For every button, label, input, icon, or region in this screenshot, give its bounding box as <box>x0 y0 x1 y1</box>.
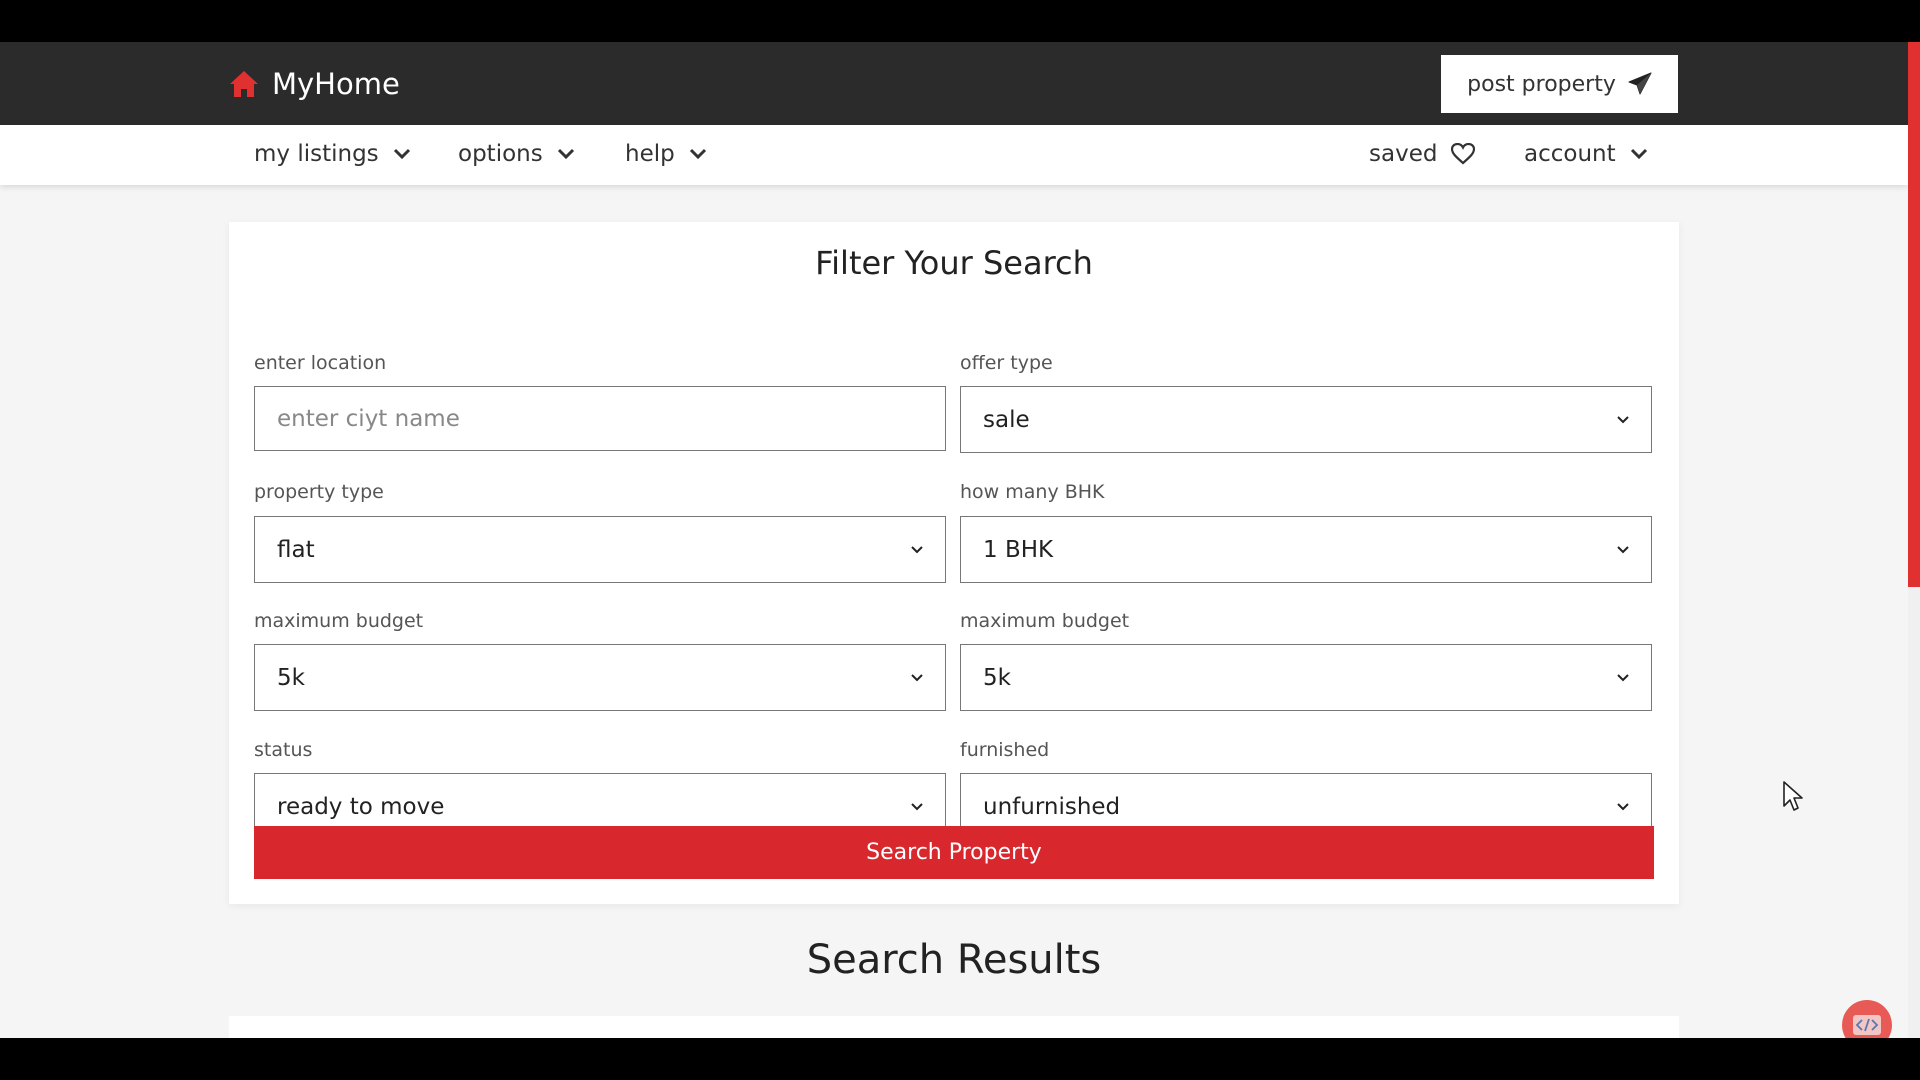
brand-name: MyHome <box>272 67 400 101</box>
chevron-down-icon <box>689 148 706 160</box>
min-budget-value: 5k <box>277 664 305 691</box>
nav-options[interactable]: options <box>458 141 575 167</box>
location-label: enter location <box>254 352 387 374</box>
house-icon <box>230 71 258 97</box>
chevron-down-icon <box>393 148 410 160</box>
max-budget-value: 5k <box>983 664 1011 691</box>
search-results-title: Search Results <box>806 937 1102 983</box>
code-view-button[interactable] <box>1842 1000 1892 1038</box>
nav-saved-label: saved <box>1369 141 1438 167</box>
post-property-label: post property <box>1467 71 1616 97</box>
mouse-cursor-icon <box>1783 781 1803 811</box>
nav-options-label: options <box>458 141 543 167</box>
scrollbar-thumb[interactable] <box>1908 42 1920 587</box>
bhk-value: 1 BHK <box>983 536 1054 563</box>
min-budget-select[interactable]: 5k <box>254 644 946 711</box>
filter-search-card: Filter Your Search enter location enter … <box>229 222 1679 904</box>
chevron-down-icon <box>1617 673 1629 681</box>
brand-logo-link[interactable]: MyHome <box>228 67 400 101</box>
post-property-button[interactable]: post property <box>1441 55 1678 113</box>
max-budget-select[interactable]: 5k <box>960 644 1652 711</box>
property-type-value: flat <box>277 536 315 563</box>
paper-plane-icon <box>1628 72 1652 95</box>
code-icon <box>1853 1015 1881 1035</box>
nav-saved[interactable]: saved <box>1369 141 1476 167</box>
nav-help-label: help <box>625 141 675 167</box>
property-type-label: property type <box>254 481 384 503</box>
results-card <box>229 1016 1679 1038</box>
chevron-down-icon <box>1617 545 1629 553</box>
min-budget-label: maximum budget <box>254 610 424 632</box>
search-property-button[interactable]: Search Property <box>254 826 1654 879</box>
heart-icon <box>1451 143 1476 165</box>
bhk-select[interactable]: 1 BHK <box>960 516 1652 583</box>
secondary-nav: my listings options help saved account <box>0 125 1908 185</box>
furnished-value: unfurnished <box>983 793 1121 820</box>
nav-my-listings-label: my listings <box>254 141 379 167</box>
scrollbar-track[interactable] <box>1908 42 1920 1038</box>
chevron-down-icon <box>911 673 923 681</box>
chevron-down-icon <box>1630 148 1647 160</box>
status-label: status <box>254 739 313 761</box>
chevron-down-icon <box>557 148 574 160</box>
nav-help[interactable]: help <box>625 141 707 167</box>
nav-my-listings[interactable]: my listings <box>254 141 411 167</box>
chevron-down-icon <box>1617 802 1629 810</box>
offer-type-label: offer type <box>960 352 1053 374</box>
chevron-down-icon <box>1617 415 1629 423</box>
browser-viewport: MyHome post property my listings options… <box>0 42 1920 1038</box>
top-header: MyHome post property <box>0 42 1908 125</box>
nav-account-label: account <box>1524 141 1616 167</box>
chevron-down-icon <box>911 545 923 553</box>
nav-account[interactable]: account <box>1524 141 1648 167</box>
offer-type-select[interactable]: sale <box>960 386 1652 453</box>
property-type-select[interactable]: flat <box>254 516 946 583</box>
location-placeholder: enter ciyt name <box>277 405 460 432</box>
max-budget-label: maximum budget <box>960 610 1130 632</box>
location-input[interactable]: enter ciyt name <box>254 386 946 451</box>
bhk-label: how many BHK <box>960 481 1105 503</box>
chevron-down-icon <box>911 802 923 810</box>
offer-type-value: sale <box>983 406 1030 433</box>
filter-title: Filter Your Search <box>815 244 1093 282</box>
status-value: ready to move <box>277 793 445 820</box>
furnished-label: furnished <box>960 739 1050 761</box>
